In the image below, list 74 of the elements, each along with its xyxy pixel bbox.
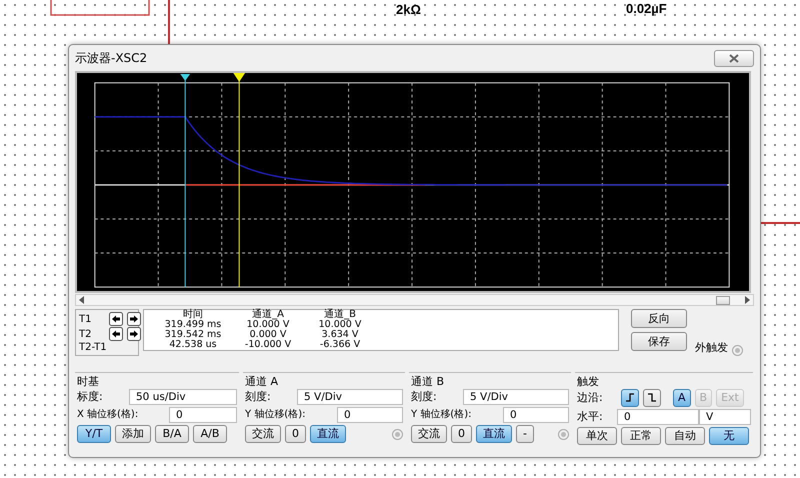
- mode-button[interactable]: 无: [709, 427, 749, 445]
- mode-button[interactable]: 直流: [476, 425, 512, 443]
- readout-cell-text: 42.538 us: [168, 340, 218, 350]
- cursor-label: T1: [79, 314, 92, 324]
- field-label: X 轴位移(格):: [77, 408, 140, 422]
- cursor-label: T2: [79, 328, 92, 340]
- close-icon: [729, 54, 739, 62]
- field-label: 边沿:: [577, 391, 604, 405]
- mode-button[interactable]: 交流: [411, 425, 447, 443]
- ext-trigger-label: 外触发: [695, 340, 728, 356]
- field-label: 标度:: [77, 390, 104, 404]
- readout-cell-text: 0.000 V: [248, 330, 288, 340]
- scroll-thumb[interactable]: [716, 296, 730, 304]
- falling-edge-icon: [647, 392, 657, 404]
- group-title: 通道 A: [245, 375, 280, 389]
- mode-button[interactable]: 添加: [115, 425, 151, 443]
- radio-icon: [558, 428, 569, 440]
- source-button[interactable]: A: [673, 389, 691, 407]
- offset-field[interactable]: 0: [337, 407, 403, 423]
- edge-button[interactable]: [621, 389, 639, 407]
- mode-button[interactable]: 0: [451, 425, 472, 443]
- cursor-label: T2-T1: [79, 342, 107, 353]
- mode-button[interactable]: B/A: [155, 425, 189, 443]
- capacitor-value: 0.02µF: [626, 0, 667, 18]
- mode-button[interactable]: 正常: [621, 427, 661, 445]
- rising-edge-icon: [625, 392, 635, 404]
- cursor-line[interactable]: [233, 72, 246, 288]
- radio-icon: [732, 345, 743, 356]
- mode-button[interactable]: 自动: [665, 427, 705, 445]
- mode-button[interactable]: Y/T: [77, 425, 111, 443]
- scroll-left-icon: [79, 296, 85, 304]
- scale-field[interactable]: 5 V/Div: [463, 389, 569, 405]
- readout-cell-text: 10.000 V: [246, 320, 290, 330]
- readout-cell-text: -6.366 V: [318, 340, 362, 350]
- offset-field[interactable]: 0: [503, 407, 569, 423]
- column-header: 通道_B: [323, 310, 357, 320]
- mode-button[interactable]: A/B: [193, 425, 227, 443]
- group-title: 时基: [77, 375, 100, 389]
- field-label: 刻度:: [245, 390, 272, 404]
- field-label: 水平:: [577, 410, 604, 424]
- unit-field: V: [699, 409, 751, 425]
- scale-field[interactable]: 50 us/Div: [129, 389, 237, 405]
- edge-button[interactable]: [643, 389, 661, 407]
- scale-field[interactable]: 5 V/Div: [297, 389, 403, 405]
- window-title: 示波器-XSC2: [75, 50, 148, 67]
- offset-field[interactable]: 0: [169, 407, 237, 423]
- resistor-value: 2kΩ: [396, 1, 421, 19]
- field-label: Y 轴位移(格):: [245, 408, 306, 422]
- mode-button[interactable]: 交流: [245, 425, 281, 443]
- action-button[interactable]: 保存: [631, 332, 687, 351]
- wire: [168, 0, 170, 44]
- wire: [760, 222, 800, 224]
- readout-cell-text: 319.499 ms: [164, 320, 222, 330]
- action-button[interactable]: 反向: [631, 309, 687, 328]
- close-button[interactable]: [714, 50, 754, 66]
- readout-cell-text: 3.634 V: [320, 330, 360, 340]
- readout-cell-text: -10.000 V: [244, 340, 292, 350]
- mode-button[interactable]: 0: [285, 425, 306, 443]
- level-field[interactable]: 0: [617, 409, 699, 425]
- horizontal-scrollbar[interactable]: [75, 294, 754, 306]
- mode-button[interactable]: -: [516, 425, 534, 443]
- field-label: Y 轴位移(格):: [411, 408, 472, 422]
- radio-icon: [392, 428, 403, 440]
- readout-cell-text: 319.542 ms: [164, 330, 222, 340]
- cursor-line[interactable]: [180, 74, 190, 288]
- mode-button[interactable]: 直流: [310, 425, 346, 443]
- group-title: 通道 B: [411, 375, 446, 389]
- group-title: 触发: [577, 375, 600, 389]
- column-header: 通道_A: [251, 310, 285, 320]
- column-header: 时间: [182, 310, 204, 320]
- readout-cell-text: 10.000 V: [318, 320, 362, 330]
- scroll-right-icon: [744, 296, 750, 304]
- mode-button[interactable]: 单次: [577, 427, 617, 445]
- field-label: 刻度:: [411, 390, 438, 404]
